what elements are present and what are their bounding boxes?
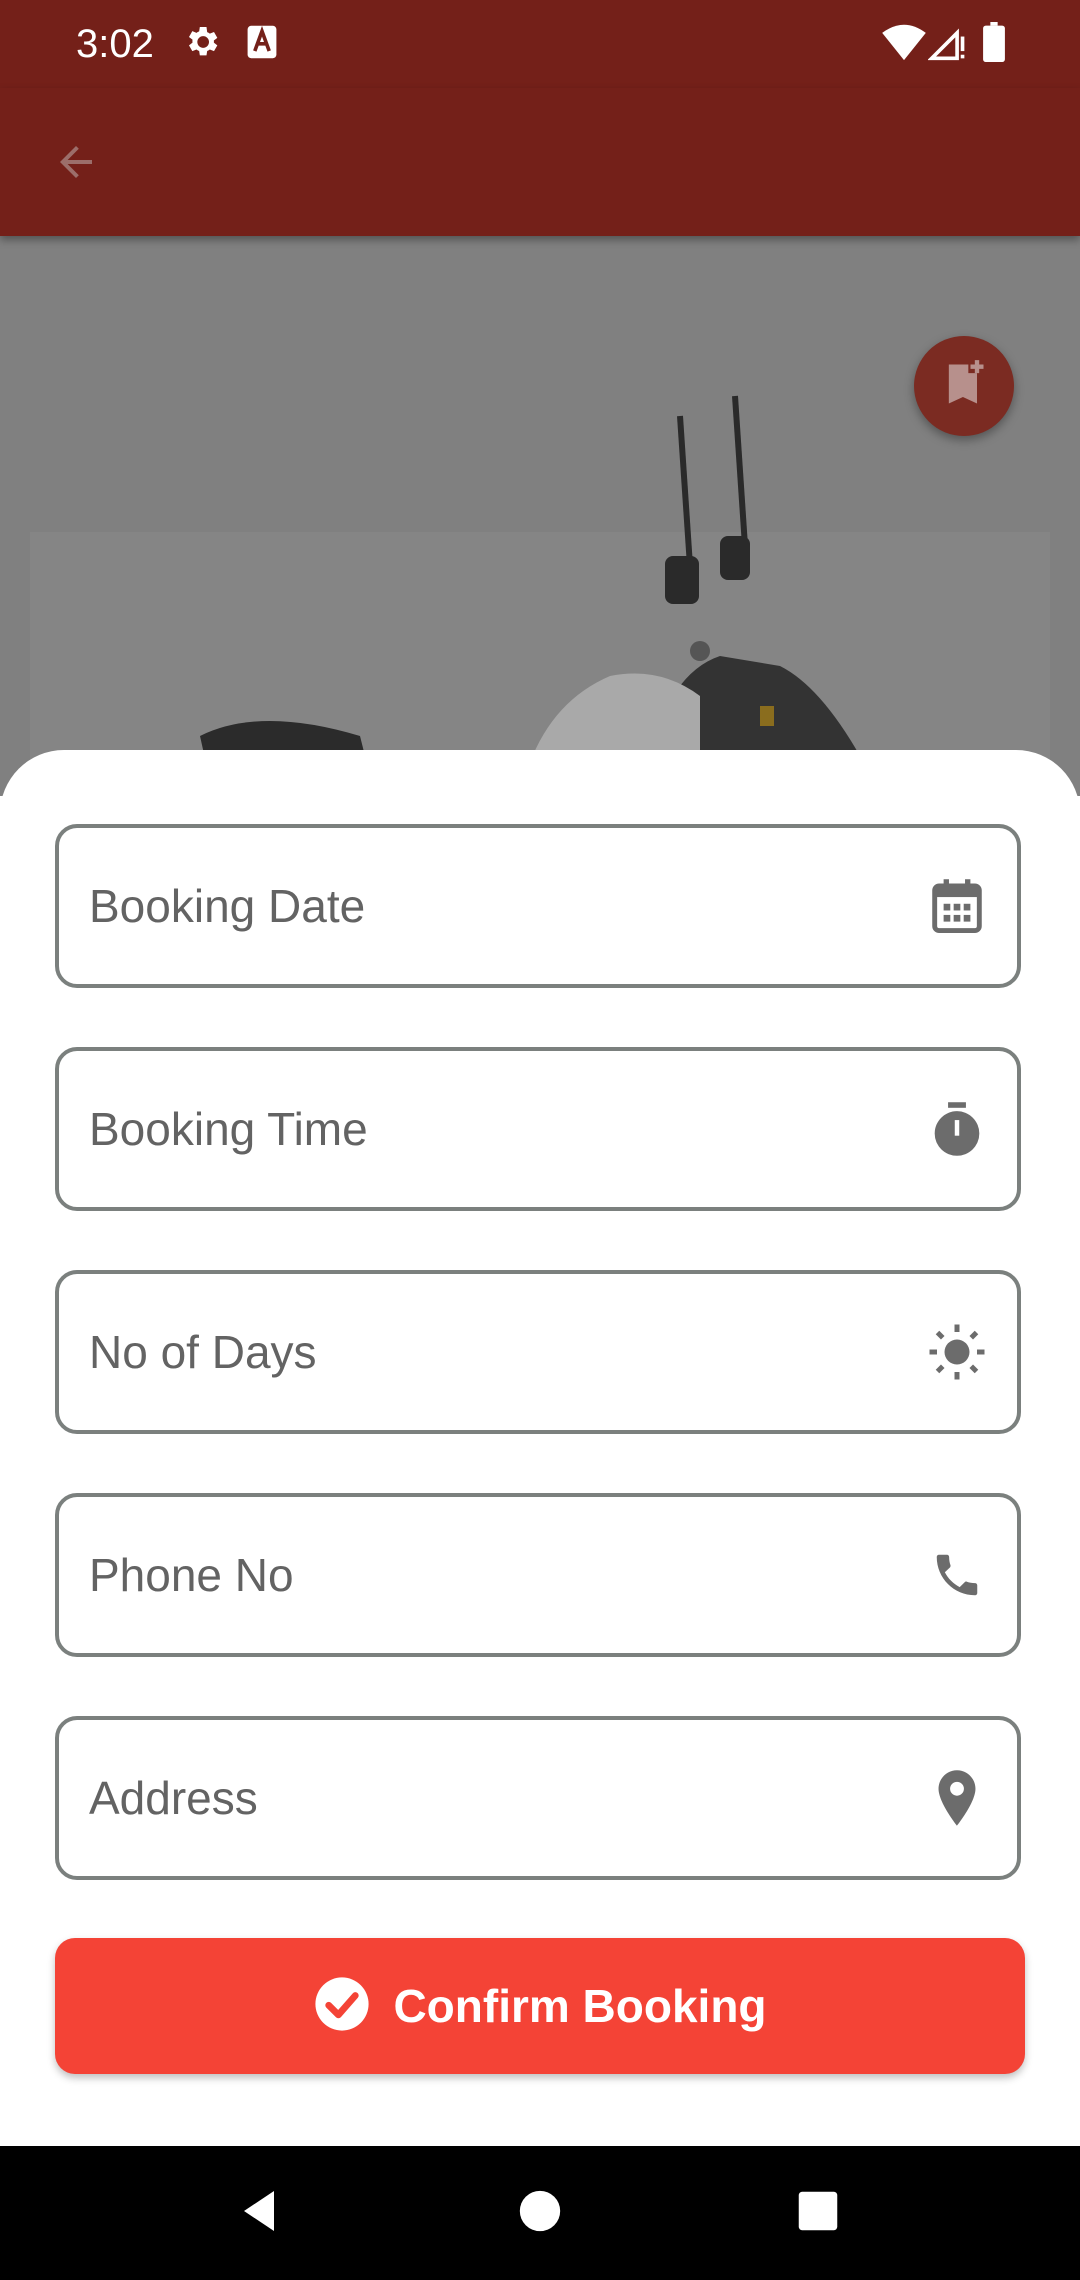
phone-icon (927, 1545, 987, 1605)
back-triangle-icon (236, 2187, 284, 2240)
sun-icon (927, 1322, 987, 1382)
booking-sheet: Booking Date Booking Time No of Days Pho… (0, 750, 1080, 2146)
address-label: Address (89, 1772, 258, 1824)
check-circle-icon (313, 1975, 371, 2038)
battery-icon (982, 22, 1006, 67)
recents-square-icon (797, 2190, 839, 2237)
confirm-booking-label: Confirm Booking (393, 1980, 767, 2032)
location-pin-icon (927, 1768, 987, 1828)
motorcycle-image (200, 395, 860, 796)
nav-recents-button[interactable] (782, 2177, 854, 2249)
bike-image (0, 236, 1080, 796)
wifi-icon (882, 22, 926, 67)
system-nav-bar (0, 2146, 1080, 2280)
back-button[interactable] (40, 128, 112, 200)
status-time: 3:02 (76, 22, 154, 66)
booking-date-field[interactable]: Booking Date (55, 824, 1021, 988)
booking-date-label: Booking Date (89, 880, 366, 932)
app-bar (0, 88, 1080, 236)
settings-icon (182, 22, 222, 67)
nav-back-button[interactable] (224, 2177, 296, 2249)
nav-home-button[interactable] (504, 2177, 576, 2249)
calendar-icon (927, 876, 987, 936)
bookmark-add-button[interactable] (914, 336, 1014, 436)
phone-no-label: Phone No (89, 1549, 294, 1601)
bookmark-add-icon (938, 358, 990, 415)
confirm-booking-button[interactable]: Confirm Booking (55, 1938, 1025, 2074)
phone-no-field[interactable]: Phone No (55, 1493, 1021, 1657)
cell-signal-icon (927, 22, 968, 67)
booking-time-label: Booking Time (89, 1103, 368, 1155)
arrow-back-icon (52, 138, 100, 191)
address-field[interactable]: Address (55, 1716, 1021, 1880)
no-of-days-label: No of Days (89, 1326, 317, 1378)
home-circle-icon (518, 2189, 562, 2238)
booking-time-field[interactable]: Booking Time (55, 1047, 1021, 1211)
text-a-icon (244, 22, 280, 67)
no-of-days-field[interactable]: No of Days (55, 1270, 1021, 1434)
timer-icon (927, 1099, 987, 1159)
status-bar: 3:02 (0, 0, 1080, 88)
